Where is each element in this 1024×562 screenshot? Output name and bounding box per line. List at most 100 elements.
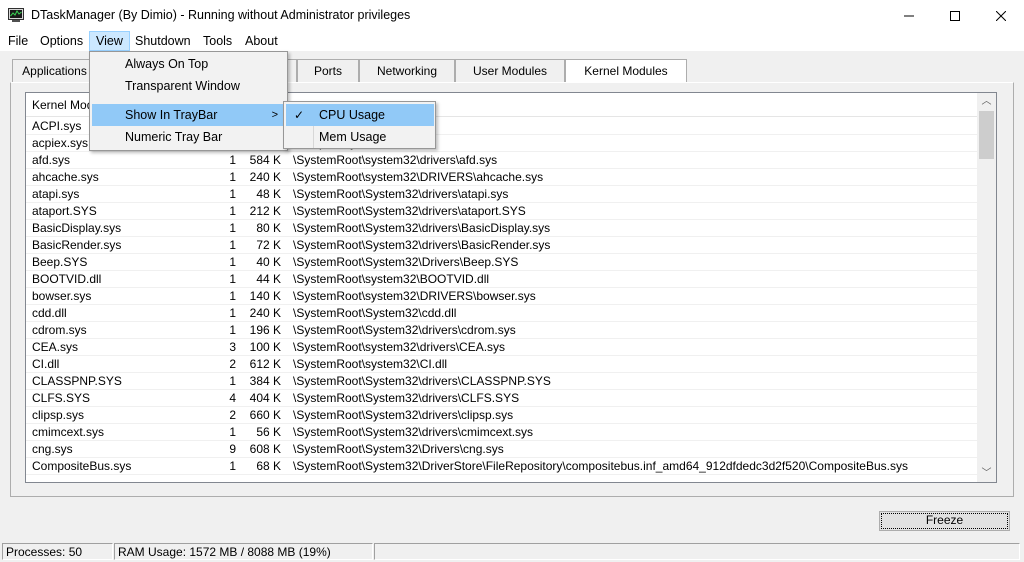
tab-networking[interactable]: Networking	[359, 59, 455, 82]
module-size: 68 K	[256, 459, 281, 473]
load-count: 3	[229, 340, 236, 354]
module-size: 80 K	[256, 221, 281, 235]
table-row[interactable]: Beep.SYS 1 40 K \SystemRoot\System32\Driver…	[26, 254, 977, 271]
module-path: \SystemRoot\System32\drivers\ataport.SYS	[293, 204, 526, 218]
freeze-button[interactable]: Freeze	[879, 511, 1010, 531]
menu-cpu-usage-label: CPU Usage	[319, 108, 385, 122]
table-row[interactable]: BasicRender.sys 1 72 K \SystemRoot\System32…	[26, 237, 977, 254]
module-size: 240 K	[249, 306, 281, 320]
load-count: 1	[229, 425, 236, 439]
load-count: 4	[229, 391, 236, 405]
load-count: 1	[229, 323, 236, 337]
module-path: \SystemRoot\System32\drivers\atapi.sys	[293, 187, 509, 201]
module-size: 56 K	[256, 425, 281, 439]
module-size: 660 K	[249, 408, 281, 422]
module-name: CompositeBus.sys	[32, 459, 132, 473]
table-row[interactable]: CI.dll 2 612 K \SystemRoot\system32\CI.dll	[26, 356, 977, 373]
table-row[interactable]: atapi.sys 1 48 K \SystemRoot\System32\drive…	[26, 186, 977, 203]
table-row[interactable]: afd.sys 1 584 K \SystemRoot\system32\driver…	[26, 152, 977, 169]
table-row[interactable]: cdrom.sys 1 196 K \SystemRoot\System32\driv…	[26, 322, 977, 339]
load-count: 1	[229, 238, 236, 252]
load-count: 9	[229, 442, 236, 456]
load-count: 1	[229, 459, 236, 473]
module-size: 44 K	[256, 272, 281, 286]
load-count: 1	[229, 153, 236, 167]
tab-applications[interactable]: Applications	[12, 59, 97, 82]
load-count: 2	[229, 357, 236, 371]
scroll-up-icon[interactable]: ︿	[977, 93, 996, 110]
load-count: 1	[229, 272, 236, 286]
table-row[interactable]: CompositeBus.sys 1 68 K \SystemRoot\System3…	[26, 458, 977, 475]
table-row[interactable]: BasicDisplay.sys 1 80 K \SystemRoot\System3…	[26, 220, 977, 237]
menu-show-in-traybar[interactable]: Show In TrayBar >	[92, 104, 286, 126]
module-path: \SystemRoot\system32\drivers\afd.sys	[293, 153, 498, 167]
table-row[interactable]: cng.sys 9 608 K \SystemRoot\System32\Driver…	[26, 441, 977, 458]
table-row[interactable]: ahcache.sys 1 240 K \SystemRoot\system32\DR…	[26, 169, 977, 186]
table-row[interactable]: cmimcext.sys 1 56 K \SystemRoot\System32\dr…	[26, 424, 977, 441]
menu-numeric-tray-bar[interactable]: Numeric Tray Bar	[92, 126, 286, 148]
minimize-button[interactable]	[886, 0, 932, 31]
view-menu-dropdown: Always On Top Transparent Window Show In…	[89, 51, 288, 151]
module-name: ahcache.sys	[32, 170, 99, 184]
table-row[interactable]: clipsp.sys 2 660 K \SystemRoot\System32\dri…	[26, 407, 977, 424]
load-count: 1	[229, 204, 236, 218]
scroll-down-icon[interactable]: ﹀	[977, 465, 996, 482]
load-count: 1	[229, 289, 236, 303]
module-name: cmimcext.sys	[32, 425, 104, 439]
menu-about[interactable]: About	[239, 31, 284, 51]
table-row[interactable]: bowser.sys 1 140 K \SystemRoot\system32\DRI…	[26, 288, 977, 305]
module-size: 584 K	[249, 153, 281, 167]
status-ram-usage: RAM Usage: 1572 MB / 8088 MB (19%)	[114, 543, 373, 560]
tab-kernel-modules[interactable]: Kernel Modules	[565, 59, 687, 83]
module-size: 100 K	[249, 340, 281, 354]
menu-transparent-window[interactable]: Transparent Window	[92, 75, 286, 97]
module-name: Beep.SYS	[32, 255, 88, 269]
tab-user-modules[interactable]: User Modules	[455, 59, 565, 82]
close-button[interactable]	[978, 0, 1024, 31]
menu-options[interactable]: Options	[34, 31, 89, 51]
table-row[interactable]: ataport.SYS 1 212 K \SystemRoot\System32\dr…	[26, 203, 977, 220]
module-name: cng.sys	[32, 442, 73, 456]
module-size: 608 K	[249, 442, 281, 456]
load-count: 1	[229, 255, 236, 269]
module-size: 404 K	[249, 391, 281, 405]
menu-mem-usage[interactable]: Mem Usage	[286, 126, 434, 148]
module-name: bowser.sys	[32, 289, 92, 303]
module-name: BOOTVID.dll	[32, 272, 102, 286]
tab-ports[interactable]: Ports	[297, 59, 359, 82]
window-title: DTaskManager (By Dimio) - Running withou…	[31, 8, 411, 22]
table-row[interactable]: CEA.sys 3 100 K \SystemRoot\system32\driver…	[26, 339, 977, 356]
menu-show-in-traybar-label: Show In TrayBar	[125, 108, 218, 122]
module-size: 240 K	[249, 170, 281, 184]
module-size: 72 K	[256, 238, 281, 252]
module-name: atapi.sys	[32, 187, 80, 201]
table-row[interactable]: CLASSPNP.SYS 1 384 K \SystemRoot\System32\d…	[26, 373, 977, 390]
menu-tools[interactable]: Tools	[197, 31, 238, 51]
table-row[interactable]: cdd.dll 1 240 K \SystemRoot\System32\cdd.dl…	[26, 305, 977, 322]
checkmark-icon: ✓	[294, 108, 305, 122]
module-path: \SystemRoot\System32\drivers\cdrom.sys	[293, 323, 516, 337]
module-path: \SystemRoot\system32\DRIVERS\bowser.sys	[293, 289, 536, 303]
menu-always-on-top[interactable]: Always On Top	[92, 53, 286, 75]
load-count: 2	[229, 408, 236, 422]
menu-cpu-usage[interactable]: ✓ CPU Usage	[286, 104, 434, 126]
menu-view[interactable]: View	[89, 31, 130, 51]
module-name: afd.sys	[32, 153, 71, 167]
scroll-thumb[interactable]	[979, 111, 994, 159]
vertical-scrollbar[interactable]: ︿ ﹀	[977, 93, 996, 482]
module-name: ataport.SYS	[32, 204, 97, 218]
menu-shutdown[interactable]: Shutdown	[129, 31, 197, 51]
menu-file[interactable]: File	[2, 31, 34, 51]
load-count: 1	[229, 187, 236, 201]
module-name: cdd.dll	[32, 306, 67, 320]
module-name: CEA.sys	[32, 340, 79, 354]
module-size: 40 K	[256, 255, 281, 269]
table-row[interactable]: BOOTVID.dll 1 44 K \SystemRoot\system32\BOO…	[26, 271, 977, 288]
maximize-button[interactable]	[932, 0, 978, 31]
table-row[interactable]: CLFS.SYS 4 404 K \SystemRoot\System32\drive…	[26, 390, 977, 407]
module-size: 140 K	[249, 289, 281, 303]
module-path: \SystemRoot\system32\CI.dll	[293, 357, 448, 371]
load-count: 1	[229, 374, 236, 388]
module-size: 212 K	[249, 204, 281, 218]
module-path: \SystemRoot\System32\drivers\BasicRender…	[293, 238, 551, 252]
